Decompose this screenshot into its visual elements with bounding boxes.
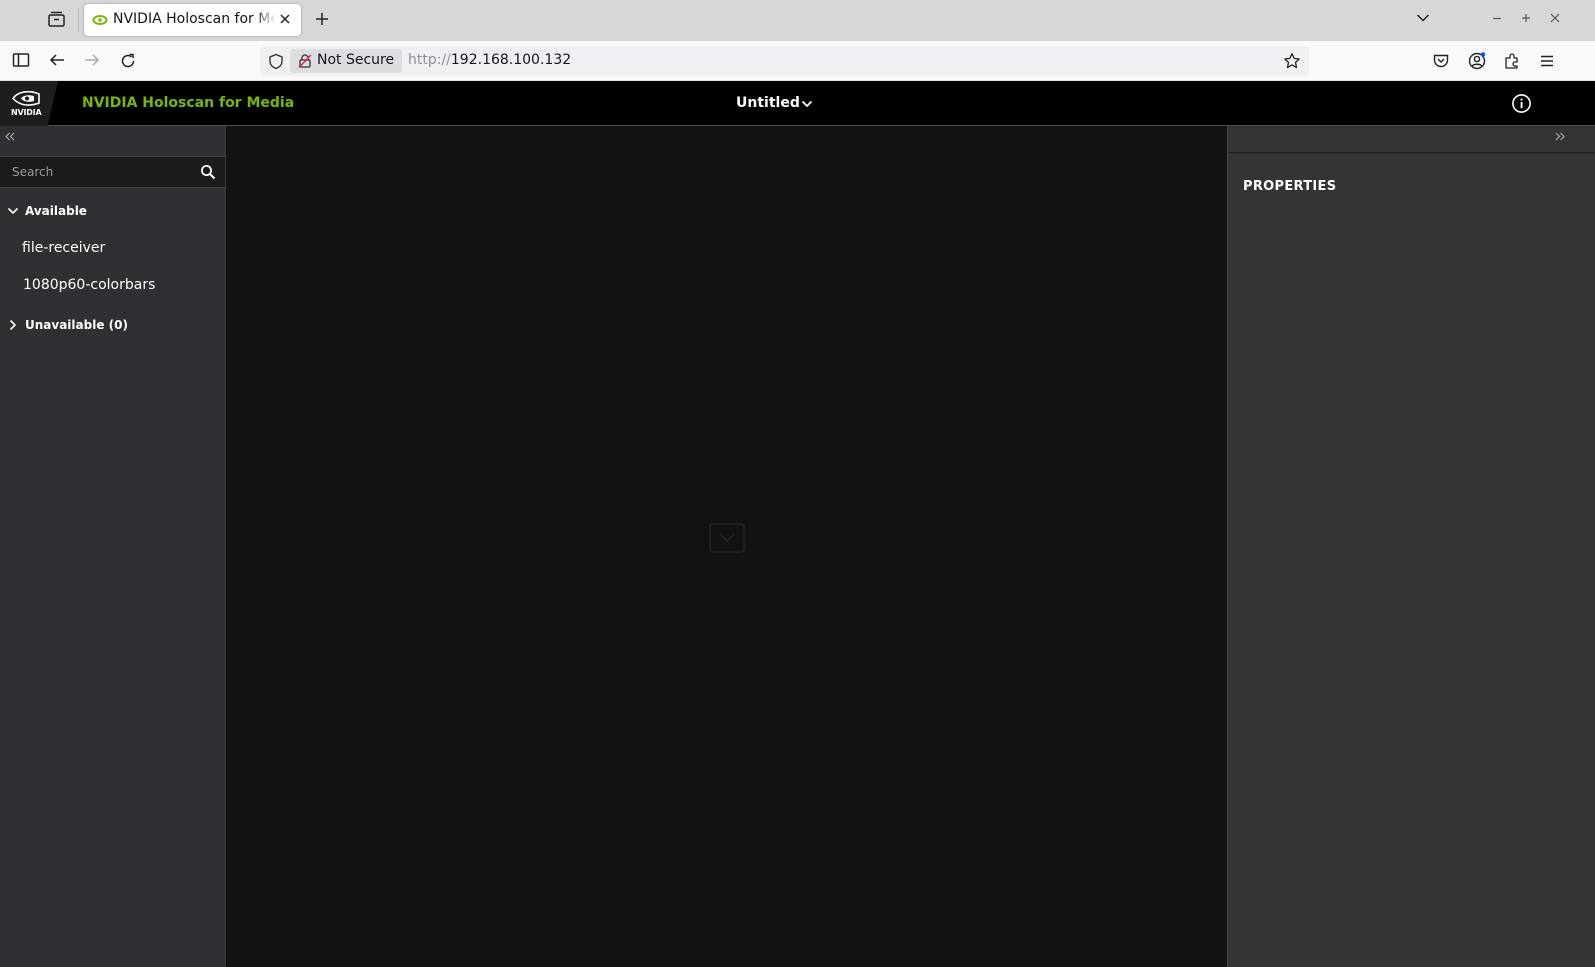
document-title[interactable]: Untitled	[736, 95, 800, 111]
available-group-label: Available	[25, 204, 87, 218]
url-scheme: http://	[408, 52, 451, 68]
sidebar-toggle-icon[interactable]	[12, 52, 30, 68]
menu-hamburger-icon[interactable]	[1539, 53, 1555, 69]
new-tab-icon[interactable]	[314, 11, 330, 27]
nvidia-logo[interactable]: NVIDIA	[0, 81, 58, 126]
info-icon[interactable]	[1511, 93, 1532, 114]
tab-title: NVIDIA Holoscan for Media	[113, 11, 276, 27]
canvas-placeholder-icon	[702, 514, 752, 564]
url-bar[interactable]: Not Secure http://192.168.100.132	[260, 46, 1309, 76]
nvidia-favicon-icon	[92, 13, 108, 27]
insecure-lock-icon	[297, 53, 313, 69]
tab-groups-icon[interactable]	[47, 10, 66, 28]
list-item-file-receiver[interactable]: file-receiver	[22, 240, 105, 256]
search-icon[interactable]	[200, 164, 216, 180]
close-window-icon[interactable]	[1549, 12, 1561, 24]
close-tab-icon[interactable]	[279, 13, 291, 25]
nvidia-wordmark: NVIDIA	[11, 108, 42, 117]
collapse-properties-panel-icon[interactable]	[1555, 132, 1565, 141]
pocket-icon[interactable]	[1432, 52, 1450, 70]
component-library-sidebar: Available file-receiver 1080p60-colorbar…	[0, 126, 225, 967]
browser-navigation-bar: Not Secure http://192.168.100.132	[0, 41, 1595, 81]
nvidia-eye-icon	[12, 90, 40, 107]
url-text[interactable]: http://192.168.100.132	[408, 52, 571, 68]
document-menu-chevron-down-icon[interactable]	[801, 99, 813, 109]
back-icon[interactable]	[48, 52, 66, 68]
chevron-down-icon	[7, 206, 19, 216]
maximize-window-icon[interactable]	[1520, 12, 1532, 24]
collapse-sidebar-icon[interactable]	[5, 132, 15, 141]
properties-panel-toolbar	[1228, 126, 1595, 153]
app-title: NVIDIA Holoscan for Media	[82, 95, 295, 111]
component-search	[0, 156, 225, 188]
not-secure-badge[interactable]: Not Secure	[290, 49, 402, 73]
unavailable-group-label: Unavailable (0)	[25, 318, 128, 332]
list-item-1080p60-colorbars[interactable]: 1080p60-colorbars	[23, 277, 155, 293]
search-input[interactable]	[0, 157, 190, 187]
browser-tab-active[interactable]: NVIDIA Holoscan for Media	[84, 4, 301, 36]
browser-tab-strip: NVIDIA Holoscan for Media	[0, 0, 1595, 41]
available-group-header[interactable]: Available	[0, 201, 225, 223]
unavailable-group-header[interactable]: Unavailable (0)	[0, 315, 225, 337]
tracking-protection-shield-icon[interactable]	[268, 53, 284, 70]
not-secure-label: Not Secure	[317, 52, 395, 68]
properties-panel: PROPERTIES	[1228, 126, 1595, 967]
bookmark-star-icon[interactable]	[1283, 52, 1301, 70]
list-all-tabs-icon[interactable]	[1416, 13, 1430, 23]
properties-title: PROPERTIES	[1243, 179, 1337, 194]
forward-icon[interactable]	[83, 52, 101, 68]
url-host: 192.168.100.132	[450, 52, 572, 68]
pipeline-canvas[interactable]	[225, 126, 1228, 967]
extensions-icon[interactable]	[1503, 52, 1521, 70]
reload-icon[interactable]	[119, 52, 137, 70]
chevron-right-icon	[8, 319, 18, 331]
app-header: NVIDIA NVIDIA Holoscan for Media Untitle…	[0, 81, 1595, 126]
minimize-window-icon[interactable]	[1491, 12, 1503, 24]
account-icon[interactable]	[1467, 51, 1487, 71]
tab-separator	[78, 8, 79, 32]
